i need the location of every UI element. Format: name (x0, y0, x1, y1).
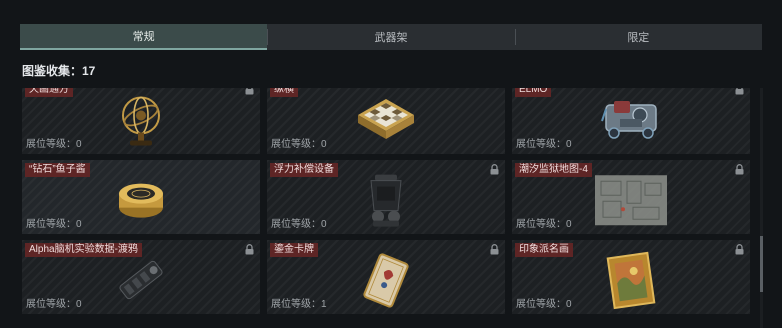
collection-count: 图鉴收集：17 (22, 64, 96, 78)
exhibit-level: 展位等级：0 (271, 219, 327, 230)
collection-card[interactable]: 天画通方 展位等级：0 (22, 88, 260, 154)
item-name: 印象派名画 (515, 243, 573, 257)
exhibit-level: 展位等级：0 (26, 299, 82, 310)
tab-weapon-rack[interactable]: 武器架 (267, 24, 514, 50)
robot-toy-icon (601, 101, 657, 139)
collection-card[interactable]: Alpha脑机实验数据-渡鸦 展位等级：0 (22, 240, 260, 314)
framed-painting-icon (606, 251, 656, 310)
collection-card[interactable]: 浮力补偿设备 展位等级：0 (267, 160, 505, 234)
item-name: 潮汐监狱地图-4 (515, 163, 592, 177)
collection-grid-viewport: 天画通方 展位等级：0 纵横 展位等级：0 ELMO 展位等级：0 “钻石”鱼子… (22, 88, 758, 328)
map-icon (595, 175, 667, 226)
chessboard-icon (358, 99, 414, 139)
collection-card[interactable]: 印象派名画 展位等级：0 (512, 240, 750, 314)
exhibit-level: 展位等级：1 (271, 299, 327, 310)
exhibit-level: 展位等级：0 (516, 139, 572, 150)
collection-grid: 天画通方 展位等级：0 纵横 展位等级：0 ELMO 展位等级：0 “钻石”鱼子… (22, 88, 758, 314)
exhibit-level: 展位等级：0 (271, 139, 327, 150)
exhibit-level: 展位等级：0 (26, 139, 82, 150)
collection-card[interactable]: 鎏金卡牌 展位等级：1 (267, 240, 505, 314)
data-device-icon (119, 260, 163, 300)
item-name: “钻石”鱼子酱 (25, 163, 90, 177)
collection-card[interactable]: “钻石”鱼子酱 展位等级：0 (22, 160, 260, 234)
scrollbar-thumb[interactable] (760, 236, 763, 292)
lock-icon (245, 88, 254, 95)
item-name: 鎏金卡牌 (270, 243, 318, 257)
item-name: 浮力补偿设备 (270, 163, 338, 177)
lock-icon (735, 164, 744, 175)
lock-icon (490, 164, 499, 175)
collection-card[interactable]: ELMO 展位等级：0 (512, 88, 750, 154)
grid-scrollbar[interactable] (760, 88, 763, 328)
exhibit-level: 展位等级：0 (516, 299, 572, 310)
lock-icon (735, 244, 744, 255)
lock-icon (245, 244, 254, 255)
item-name: 纵横 (270, 88, 298, 97)
caviar-tin-icon (119, 183, 163, 218)
item-name: 天画通方 (25, 88, 73, 97)
lock-icon (490, 244, 499, 255)
tab-regular[interactable]: 常规 (20, 24, 268, 50)
item-name: ELMO (515, 88, 552, 97)
collection-card[interactable]: 潮汐监狱地图-4 展位等级：0 (512, 160, 750, 234)
armillary-sphere-icon (122, 96, 160, 146)
gilded-card-icon (363, 253, 409, 308)
exhibit-level: 展位等级：0 (26, 219, 82, 230)
collection-card[interactable]: 纵横 展位等级：0 (267, 88, 505, 154)
diving-gear-icon (370, 174, 402, 227)
exhibit-level: 展位等级：0 (516, 219, 572, 230)
tab-limited[interactable]: 限定 (514, 24, 762, 50)
category-tabs: 常规 武器架 限定 (20, 24, 762, 50)
lock-icon (735, 88, 744, 95)
